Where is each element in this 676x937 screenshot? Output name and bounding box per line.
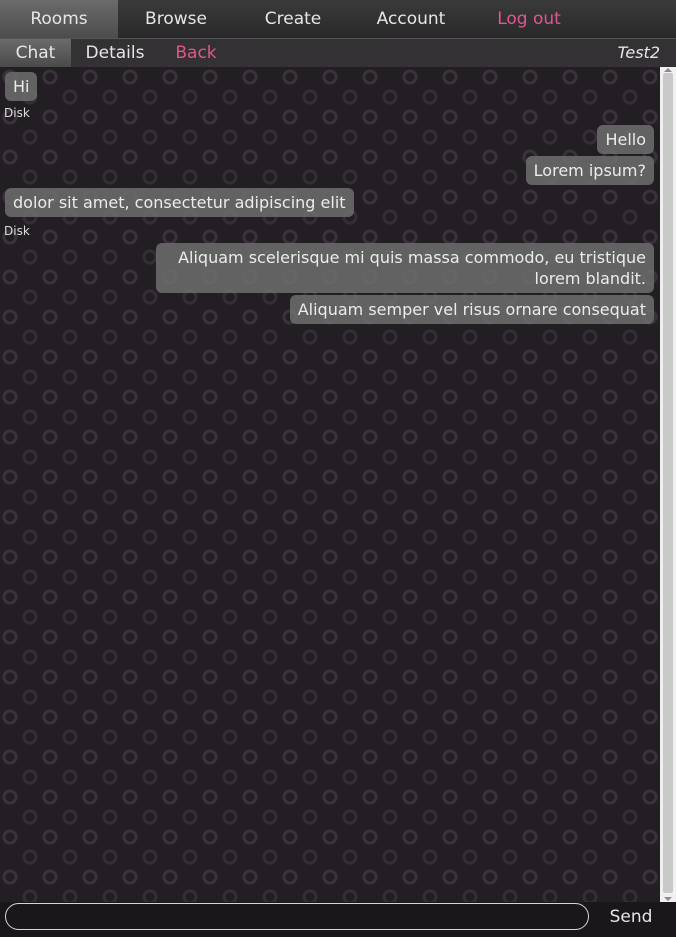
back-link[interactable]: Back: [159, 39, 233, 67]
chat-scrollbar[interactable]: [660, 67, 676, 902]
nav-browse[interactable]: Browse: [118, 0, 234, 38]
room-name: Test2: [617, 43, 660, 62]
message-sender: Disk: [4, 224, 30, 238]
message-bubble: Aliquam semper vel risus ornare consequa…: [289, 295, 654, 324]
nav-create[interactable]: Create: [234, 0, 352, 38]
message-composer: Send: [0, 902, 676, 937]
message-sender: Disk: [4, 106, 30, 120]
message-bubble: Hello: [597, 125, 654, 154]
tab-details[interactable]: Details: [71, 39, 159, 67]
message-list[interactable]: Hi Disk Hello Lorem ipsum? dolor sit ame…: [0, 67, 660, 902]
message-bubble: dolor sit amet, consectetur adipiscing e…: [5, 188, 354, 217]
scroll-up-arrow-icon[interactable]: [664, 68, 672, 72]
send-button[interactable]: Send: [596, 902, 666, 932]
tab-chat[interactable]: Chat: [0, 39, 71, 67]
top-navigation: Rooms Browse Create Account Log out: [0, 0, 676, 39]
nav-rooms[interactable]: Rooms: [0, 0, 118, 38]
scroll-down-arrow-icon[interactable]: [664, 897, 672, 901]
room-subnav: Chat Details Back Test2: [0, 39, 676, 67]
message-bubble: Lorem ipsum?: [525, 156, 654, 185]
scrollbar-thumb[interactable]: [663, 73, 673, 893]
message-bubble: Hi: [5, 72, 38, 101]
message-input[interactable]: [5, 903, 589, 930]
chat-app: Rooms Browse Create Account Log out Chat…: [0, 0, 676, 937]
nav-account[interactable]: Account: [352, 0, 470, 38]
nav-logout[interactable]: Log out: [470, 0, 588, 38]
message-bubble: Aliquam scelerisque mi quis massa commod…: [156, 243, 654, 293]
